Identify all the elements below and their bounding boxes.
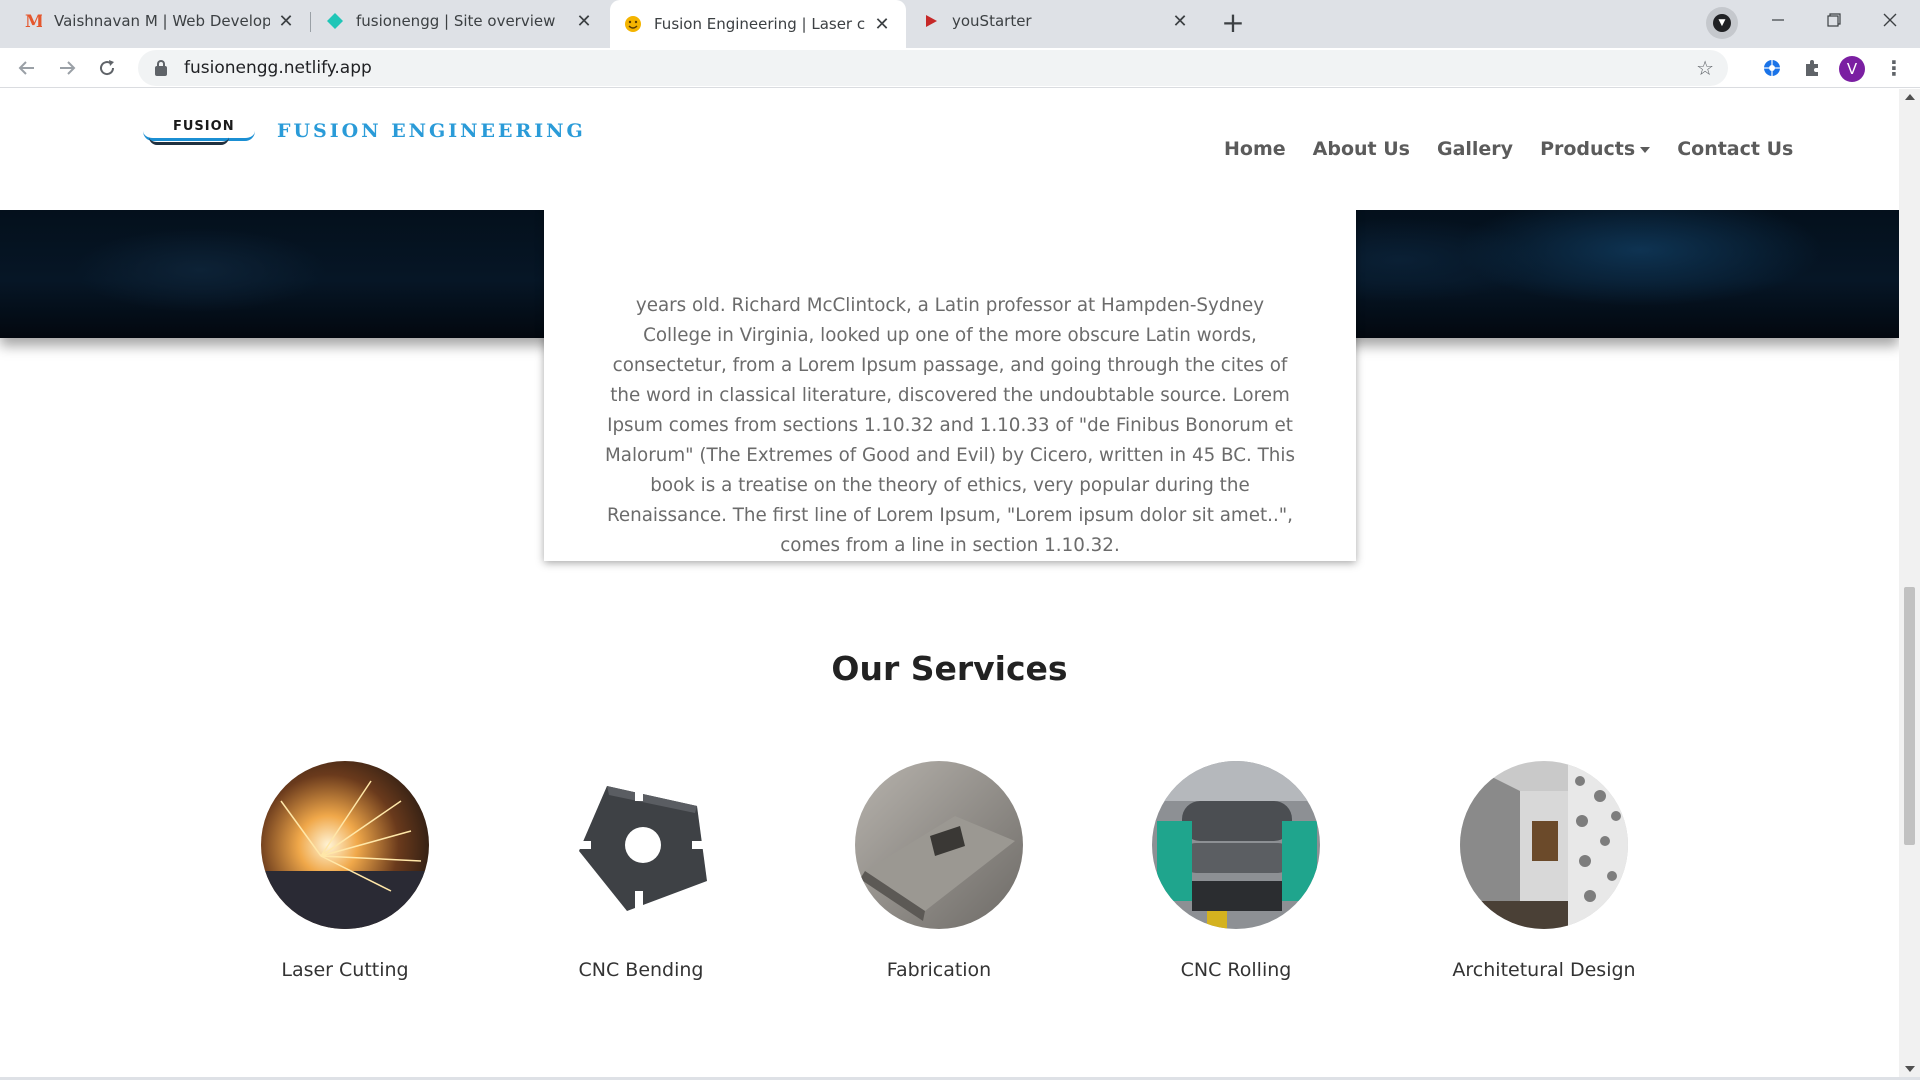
netlify-diamond-icon: [326, 12, 344, 30]
lock-icon[interactable]: [154, 60, 168, 76]
site-navbar: FUSION FUSION ENGINEERING Home About Us …: [0, 89, 1899, 210]
laser-sparks-image: [261, 761, 429, 929]
tab-vaishnavan[interactable]: M Vaishnavan M | Web Developer ✕: [10, 0, 310, 42]
nav-products-dropdown[interactable]: Products: [1540, 138, 1651, 160]
services-heading: Our Services: [831, 649, 1068, 688]
extension-globe-icon: [1764, 60, 1780, 76]
close-window-button[interactable]: [1862, 0, 1918, 40]
service-label: Architetural Design: [1452, 959, 1636, 981]
close-icon[interactable]: ✕: [574, 11, 594, 32]
logo-mark: FUSION: [143, 109, 263, 153]
service-architectural-design[interactable]: Architetural Design: [1394, 761, 1694, 981]
svg-text:M: M: [25, 12, 42, 30]
restore-icon: [1827, 13, 1841, 27]
service-label: Fabrication: [886, 959, 992, 981]
vm-logo-icon: M: [24, 12, 42, 30]
forward-button[interactable]: [50, 51, 84, 85]
nav-about-us[interactable]: About Us: [1313, 138, 1410, 160]
more-icon[interactable]: ⋮: [1880, 54, 1908, 82]
minimize-icon: [1772, 19, 1784, 21]
minimize-button[interactable]: [1750, 0, 1806, 40]
arrow-left-icon: [18, 61, 34, 75]
rolling-machine-image: [1152, 761, 1320, 929]
browser-tab-strip: M Vaishnavan M | Web Developer ✕ fusione…: [0, 0, 1920, 48]
browser-toolbar: fusionengg.netlify.app ☆ V ⋮: [0, 48, 1920, 88]
chevron-down-icon: ▼: [1713, 14, 1731, 32]
close-icon: [1883, 13, 1897, 27]
tab-fusion-engineering[interactable]: Fusion Engineering | Laser cutting ✕: [610, 0, 906, 48]
url-text[interactable]: fusionengg.netlify.app: [184, 58, 372, 78]
tab-title: Fusion Engineering | Laser cutting: [654, 15, 866, 33]
close-icon[interactable]: ✕: [1170, 11, 1190, 32]
new-tab-button[interactable]: +: [1216, 5, 1250, 39]
reload-button[interactable]: [90, 51, 124, 85]
tab-youstarter[interactable]: youStarter ✕: [908, 0, 1204, 42]
tab-title: youStarter: [952, 12, 1032, 30]
puzzle-icon: [1806, 60, 1818, 76]
close-icon[interactable]: ✕: [276, 11, 296, 32]
info-card: years old. Richard McClintock, a Latin p…: [544, 171, 1356, 561]
lattice-screen-image: [1460, 761, 1628, 929]
nav-contact-us[interactable]: Contact Us: [1677, 138, 1793, 160]
tab-title: Vaishnavan M | Web Developer: [54, 12, 270, 30]
scroll-down-icon[interactable]: [1905, 1066, 1915, 1072]
logo-text: FUSION ENGINEERING: [277, 120, 586, 142]
address-bar[interactable]: fusionengg.netlify.app ☆: [138, 50, 1728, 86]
main-nav: Home About Us Gallery Products Contact U…: [1224, 138, 1820, 160]
tab-search-button[interactable]: ▼: [1706, 7, 1738, 39]
close-icon[interactable]: ✕: [872, 14, 892, 35]
service-fabrication[interactable]: Fabrication: [789, 761, 1089, 981]
extensions-button[interactable]: [1798, 54, 1826, 82]
scroll-up-icon[interactable]: [1905, 94, 1915, 100]
arrow-right-icon: [60, 61, 76, 75]
service-label: Laser Cutting: [281, 959, 409, 981]
service-laser-cutting[interactable]: Laser Cutting: [195, 761, 495, 981]
caret-down-icon: [1640, 147, 1651, 153]
scrollbar-thumb[interactable]: [1904, 587, 1915, 845]
tab-title: fusionengg | Site overview: [356, 12, 556, 30]
metal-part-image: [557, 761, 725, 929]
restore-button[interactable]: [1806, 0, 1862, 40]
back-button[interactable]: [10, 51, 44, 85]
extension-button[interactable]: [1758, 54, 1786, 82]
page-scrollbar[interactable]: [1899, 89, 1920, 1077]
star-icon[interactable]: ☆: [1696, 56, 1714, 80]
service-label: CNC Rolling: [1180, 959, 1292, 981]
reload-icon: [100, 60, 115, 76]
service-cnc-bending[interactable]: CNC Bending: [491, 761, 791, 981]
nav-home[interactable]: Home: [1224, 138, 1286, 160]
nav-products-label: Products: [1540, 138, 1636, 160]
service-label: CNC Bending: [578, 959, 704, 981]
play-triangle-icon: [922, 12, 940, 30]
nav-gallery[interactable]: Gallery: [1437, 138, 1513, 160]
site-logo[interactable]: FUSION FUSION ENGINEERING: [143, 109, 663, 153]
avatar[interactable]: V: [1839, 56, 1865, 82]
steel-hopper-image: [855, 761, 1023, 929]
tab-fusionengg-overview[interactable]: fusionengg | Site overview ✕: [312, 0, 608, 42]
card-paragraph: years old. Richard McClintock, a Latin p…: [604, 295, 1295, 556]
service-cnc-rolling[interactable]: CNC Rolling: [1086, 761, 1386, 981]
page-viewport: FUSION FUSION ENGINEERING Home About Us …: [0, 89, 1899, 1077]
smiley-icon: [624, 15, 642, 33]
